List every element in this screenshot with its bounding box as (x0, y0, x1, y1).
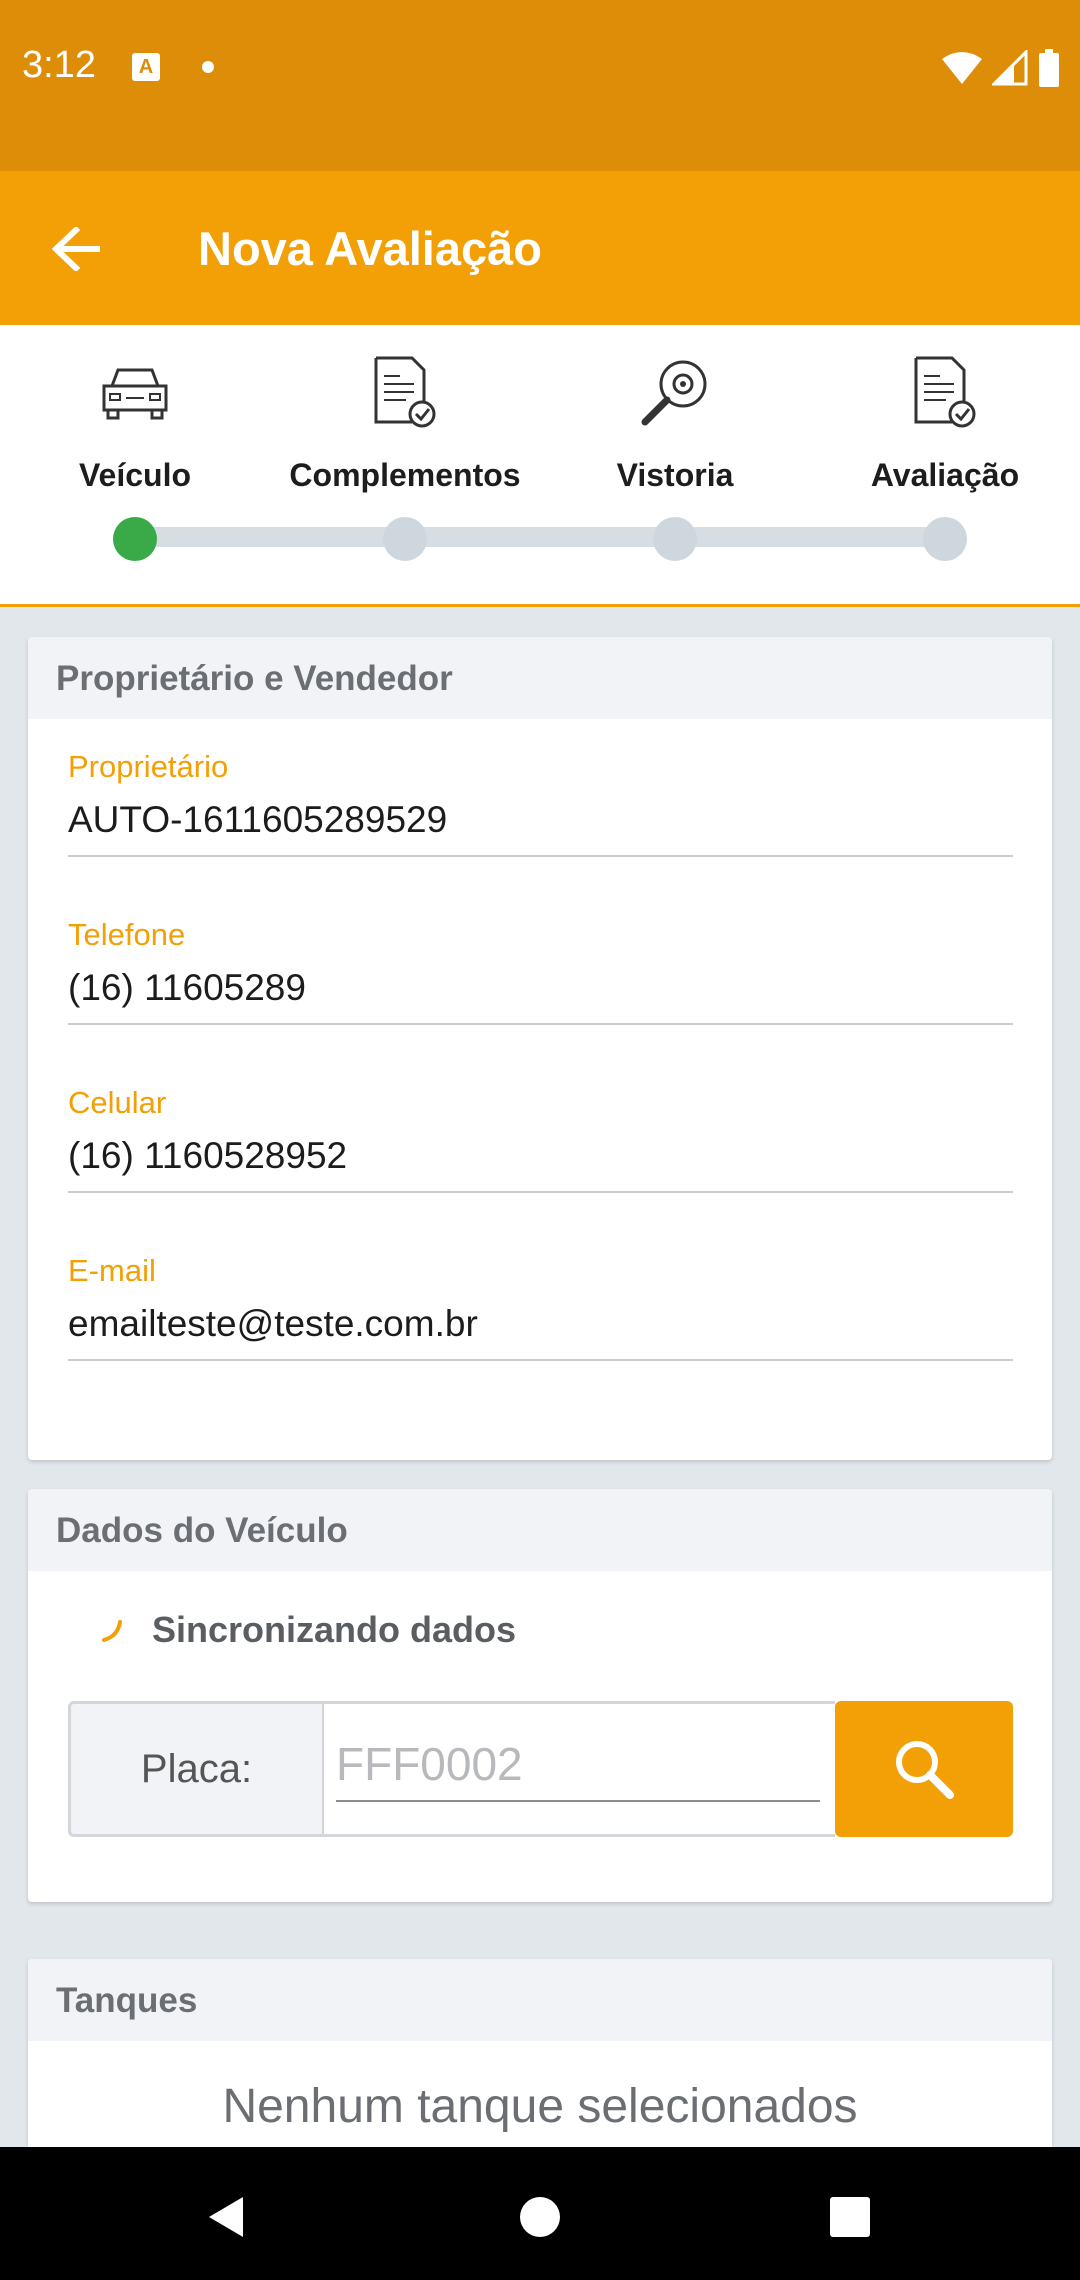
section-title: Tanques (28, 1959, 1052, 2041)
triangle-back-icon (209, 2197, 243, 2237)
email-field[interactable]: E-mail emailteste@teste.com.br (68, 1253, 1013, 1361)
battery-icon (1039, 49, 1059, 87)
search-button[interactable] (835, 1701, 1013, 1837)
tanks-card: Tanques Nenhum tanque selecionados (28, 1959, 1052, 2147)
page-title: Nova Avaliação (198, 222, 542, 275)
back-button[interactable] (38, 211, 114, 287)
field-label: Celular (68, 1085, 167, 1120)
step-label: Complementos (289, 457, 521, 493)
sync-status: Sincronizando dados (98, 1609, 516, 1651)
step-avaliacao[interactable]: Avaliação (810, 347, 1080, 494)
field-label: Telefone (68, 917, 186, 952)
step-dot-avaliacao (923, 517, 967, 561)
plate-search: Placa: (68, 1701, 1013, 1837)
square-recents-icon (830, 2197, 870, 2237)
phone-field[interactable]: Telefone (16) 11605289 (68, 917, 1013, 1025)
nav-recents-button[interactable] (820, 2187, 880, 2247)
empty-state-text: Nenhum tanque selecionados (222, 2080, 858, 2133)
step-label: Veículo (78, 457, 192, 493)
vehicle-card: Dados do Veículo Sincronizando dados Pla… (28, 1489, 1052, 1902)
magnifier-icon (641, 360, 707, 426)
signal-icon (992, 50, 1028, 86)
step-dot-veiculo (113, 517, 157, 561)
plate-input-wrapper (324, 1701, 835, 1837)
step-progress-track (135, 527, 945, 547)
step-label: Vistoria (616, 457, 734, 493)
nav-back-button[interactable] (195, 2187, 255, 2247)
app-bar: Nova Avaliação (0, 171, 1080, 325)
field-label: E-mail (68, 1253, 156, 1288)
owner-input[interactable]: AUTO-1611605289529 (68, 799, 1013, 857)
plate-label: Placa: (68, 1701, 324, 1837)
notification-dot-icon (202, 61, 214, 73)
wifi-icon (942, 52, 982, 84)
owner-card: Proprietário e Vendedor Proprietário AUT… (28, 637, 1052, 1460)
email-input[interactable]: emailteste@teste.com.br (68, 1303, 1013, 1361)
arrow-left-icon (52, 227, 100, 271)
step-dot-vistoria (653, 517, 697, 561)
document-check-icon (914, 356, 976, 428)
step-dot-complementos (383, 517, 427, 561)
mobile-field[interactable]: Celular (16) 1160528952 (68, 1085, 1013, 1193)
phone-input[interactable]: (16) 11605289 (68, 967, 1013, 1025)
section-title: Dados do Veículo (28, 1489, 1052, 1571)
step-complementos[interactable]: Complementos (270, 347, 540, 494)
status-bar: 3:12 A (0, 0, 1080, 171)
step-vistoria[interactable]: Vistoria (540, 347, 810, 494)
status-time: 3:12 (22, 44, 96, 86)
step-label: Avaliação (870, 457, 1020, 493)
circle-home-icon (520, 2197, 560, 2237)
sync-text: Sincronizando dados (152, 1609, 517, 1650)
loading-spinner-icon (102, 1620, 122, 1642)
document-check-icon (374, 356, 436, 428)
mobile-input[interactable]: (16) 1160528952 (68, 1135, 1013, 1193)
search-icon (896, 1741, 954, 1799)
notification-app-icon: A (132, 53, 160, 81)
section-title: Proprietário e Vendedor (28, 637, 1052, 719)
plate-input[interactable] (336, 1728, 820, 1802)
step-indicator: Veículo Complementos Vistoria Avaliação (0, 325, 1080, 607)
field-label: Proprietário (68, 749, 229, 784)
owner-field[interactable]: Proprietário AUTO-1611605289529 (68, 749, 1013, 857)
system-nav-bar (0, 2147, 1080, 2280)
nav-home-button[interactable] (510, 2187, 570, 2247)
status-icons (942, 48, 1060, 88)
car-icon (102, 368, 168, 420)
step-veiculo[interactable]: Veículo (0, 347, 270, 494)
